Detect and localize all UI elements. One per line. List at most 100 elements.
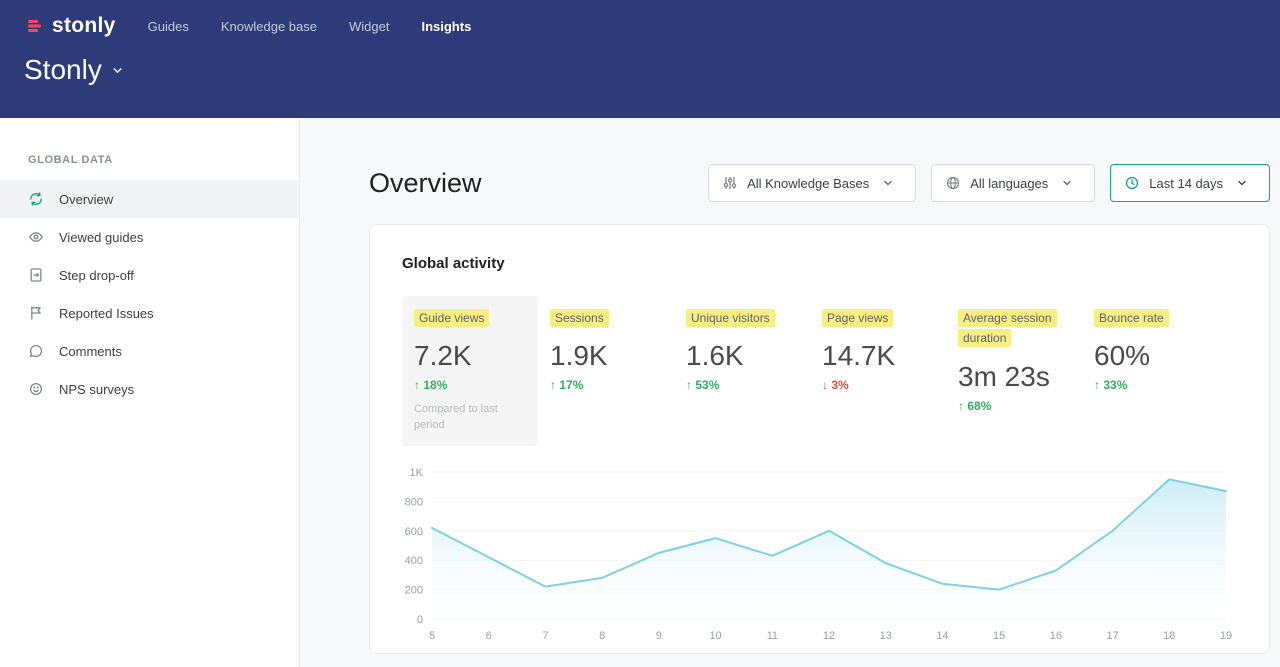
metric-change: ↓ 3%: [822, 378, 934, 392]
trend-arrow-icon: ↑: [1094, 378, 1100, 392]
svg-text:13: 13: [880, 630, 892, 642]
nav-item-knowledge-base[interactable]: Knowledge base: [221, 19, 317, 34]
metric-value: 3m 23s: [958, 361, 1070, 393]
global-activity-card: Global activity Guide views 7.2K ↑ 18% C…: [369, 224, 1270, 654]
metric-label: Guide views: [414, 309, 489, 327]
svg-text:6: 6: [486, 630, 492, 642]
svg-text:17: 17: [1106, 630, 1118, 642]
workspace-switcher[interactable]: Stonly: [0, 38, 147, 86]
metric-label: Sessions: [550, 309, 609, 327]
sidebar-item-label: Step drop-off: [59, 268, 134, 283]
sidebar-item-step-drop-off[interactable]: Step drop-off: [0, 256, 299, 294]
metric-change: ↑ 17%: [550, 378, 662, 392]
svg-text:11: 11: [767, 630, 778, 642]
activity-area-chart: 0 200 400 600 800 1K 5 6 7 8 9 10 11 12 13 14 15 16 17 18 19: [386, 462, 1237, 652]
clock-icon: [1124, 175, 1140, 191]
svg-text:15: 15: [993, 630, 1005, 642]
sidebar-item-comments[interactable]: Comments: [0, 332, 299, 370]
eye-icon: [28, 229, 44, 245]
metric-label: Page views: [822, 309, 893, 327]
svg-text:5: 5: [429, 630, 435, 642]
stonly-logo[interactable]: stonly: [24, 14, 116, 38]
chevron-down-icon: [112, 65, 123, 76]
svg-text:0: 0: [417, 614, 423, 626]
svg-text:800: 800: [405, 497, 423, 509]
svg-text:200: 200: [405, 585, 423, 597]
trend-arrow-icon: ↑: [958, 399, 964, 413]
svg-text:1K: 1K: [410, 467, 424, 479]
sidebar-item-overview[interactable]: Overview: [0, 180, 299, 218]
overview-sync-icon: [28, 191, 44, 207]
svg-text:18: 18: [1163, 630, 1175, 642]
sliders-icon: [722, 175, 738, 191]
sidebar-item-viewed-guides[interactable]: Viewed guides: [0, 218, 299, 256]
metric-value: 14.7K: [822, 340, 934, 372]
sidebar-section-label: GLOBAL DATA: [0, 154, 299, 166]
languages-dropdown[interactable]: All languages: [931, 164, 1095, 202]
chevron-down-icon: [883, 178, 902, 188]
sidebar-item-label: Reported Issues: [59, 306, 154, 321]
date-range-dropdown[interactable]: Last 14 days: [1110, 164, 1270, 202]
logo-text: stonly: [52, 14, 116, 38]
metric-value: 1.6K: [686, 340, 798, 372]
metrics-row: Guide views 7.2K ↑ 18% Compared to last …: [402, 296, 1237, 446]
top-navigation: stonly Guides Knowledge base Widget Insi…: [0, 0, 1280, 38]
sidebar-item-nps-surveys[interactable]: NPS surveys: [0, 370, 299, 408]
svg-text:12: 12: [823, 630, 835, 642]
sidebar-item-label: Viewed guides: [59, 230, 143, 245]
trend-arrow-icon: ↑: [550, 378, 556, 392]
chevron-down-icon: [1237, 178, 1256, 188]
metric-value: 7.2K: [414, 340, 526, 372]
smiley-icon: [28, 381, 44, 397]
metric-unique-visitors[interactable]: Unique visitors 1.6K ↑ 53%: [674, 296, 810, 404]
sidebar-item-reported-issues[interactable]: Reported Issues: [0, 294, 299, 332]
app-header: stonly Guides Knowledge base Widget Insi…: [0, 0, 1280, 118]
trend-arrow-icon: ↑: [686, 378, 692, 392]
nav-item-widget[interactable]: Widget: [349, 19, 389, 34]
metric-label: Unique visitors: [686, 309, 775, 327]
metric-label: Average session duration: [958, 309, 1057, 347]
svg-text:16: 16: [1050, 630, 1062, 642]
card-title: Global activity: [402, 255, 1237, 272]
sidebar-item-label: Overview: [59, 192, 113, 207]
svg-text:19: 19: [1220, 630, 1232, 642]
metric-bounce-rate[interactable]: Bounce rate 60% ↑ 33%: [1082, 296, 1218, 404]
comment-bubble-icon: [28, 343, 44, 359]
globe-icon: [945, 175, 961, 191]
sidebar-item-label: Comments: [59, 344, 122, 359]
metric-change: ↑ 33%: [1094, 378, 1206, 392]
metric-page-views[interactable]: Page views 14.7K ↓ 3%: [810, 296, 946, 404]
trend-arrow-icon: ↓: [822, 378, 828, 392]
filter-bar: All Knowledge Bases All languages: [708, 164, 1270, 202]
metric-change: ↑ 18%: [414, 378, 526, 392]
step-dropoff-doc-icon: [28, 267, 44, 283]
metric-sessions[interactable]: Sessions 1.9K ↑ 17%: [538, 296, 674, 404]
metric-label: Bounce rate: [1094, 309, 1169, 327]
svg-text:14: 14: [936, 630, 948, 642]
sidebar: GLOBAL DATA Overview Viewed guides: [0, 118, 300, 667]
knowledge-bases-value: All Knowledge Bases: [747, 176, 869, 191]
metric-guide-views[interactable]: Guide views 7.2K ↑ 18% Compared to last …: [402, 296, 538, 446]
metric-change: ↑ 53%: [686, 378, 798, 392]
metric-value: 60%: [1094, 340, 1206, 372]
flag-icon: [28, 305, 44, 321]
svg-text:400: 400: [405, 555, 423, 567]
svg-text:600: 600: [405, 526, 423, 538]
svg-text:8: 8: [599, 630, 605, 642]
trend-arrow-icon: ↑: [414, 378, 420, 392]
stonly-logo-icon: [24, 16, 44, 36]
svg-text:9: 9: [656, 630, 662, 642]
languages-value: All languages: [970, 176, 1048, 191]
workspace-name: Stonly: [24, 54, 102, 86]
metric-average-session-duration[interactable]: Average session duration 3m 23s ↑ 68%: [946, 296, 1082, 425]
nav-links: Guides Knowledge base Widget Insights: [148, 19, 472, 34]
svg-text:7: 7: [542, 630, 548, 642]
sidebar-item-label: NPS surveys: [59, 382, 134, 397]
svg-text:10: 10: [709, 630, 721, 642]
nav-item-guides[interactable]: Guides: [148, 19, 189, 34]
page-title: Overview: [369, 168, 482, 199]
nav-item-insights[interactable]: Insights: [421, 19, 471, 34]
chevron-down-icon: [1062, 178, 1081, 188]
knowledge-bases-dropdown[interactable]: All Knowledge Bases: [708, 164, 916, 202]
metric-value: 1.9K: [550, 340, 662, 372]
